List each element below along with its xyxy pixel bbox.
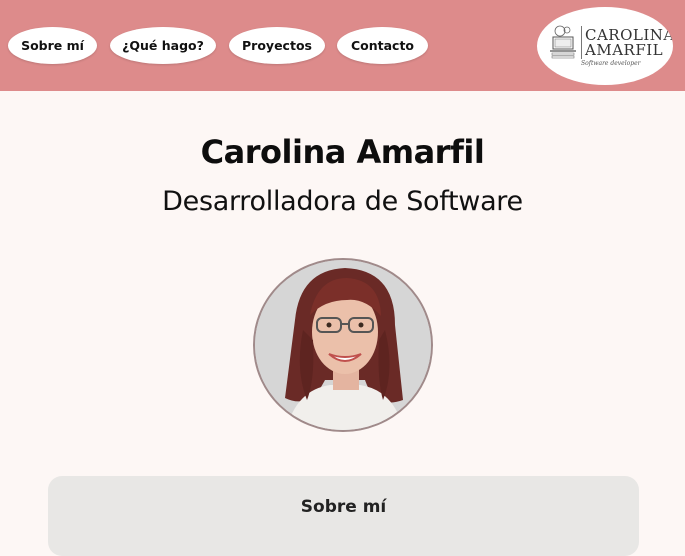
nav-contacto[interactable]: Contacto bbox=[337, 27, 428, 64]
logo-text-line2: AMARFIL bbox=[585, 41, 664, 59]
about-card-title: Sobre mí bbox=[300, 497, 387, 517]
hero-role: Desarrolladora de Software bbox=[162, 186, 523, 217]
site-header: Sobre mí ¿Qué hago? Proyectos Contacto C… bbox=[0, 0, 685, 91]
profile-photo-image bbox=[255, 260, 431, 430]
logo-tagline: Software developer bbox=[581, 60, 641, 67]
logo-divider bbox=[581, 26, 582, 59]
brand-logo[interactable]: CAROLINA AMARFIL Software developer bbox=[537, 7, 673, 85]
hero-name: Carolina Amarfil bbox=[200, 133, 485, 171]
laptop-book-icon bbox=[550, 25, 576, 59]
nav-proyectos[interactable]: Proyectos bbox=[229, 27, 325, 64]
about-card: Sobre mí bbox=[48, 476, 639, 556]
nav-sobre-mi[interactable]: Sobre mí bbox=[8, 27, 97, 64]
nav-que-hago[interactable]: ¿Qué hago? bbox=[110, 27, 216, 64]
profile-photo bbox=[253, 258, 433, 432]
